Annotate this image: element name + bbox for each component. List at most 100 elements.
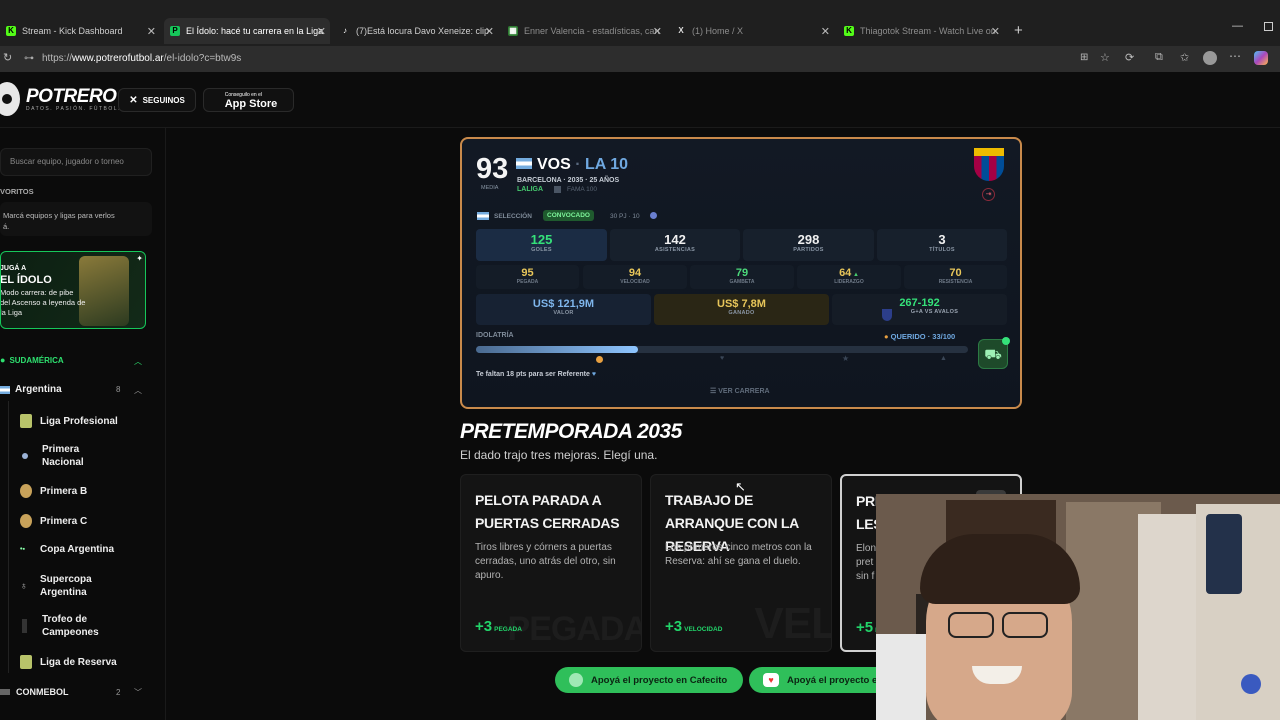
attr-value: 95 [521,267,534,279]
split-screen-icon[interactable]: ⧉ [1155,51,1163,64]
search-input[interactable]: Buscar equipo, jugador o torneo [0,148,152,176]
collections-icon[interactable]: ✩ [1180,51,1189,64]
glasses-left [948,612,994,638]
reload-icon[interactable]: ↻ [3,51,12,64]
sidebar-item-trofeo-campeones[interactable]: Trofeo de Campeones [20,613,112,639]
vs-record-value: 267-192 [899,297,940,309]
league-label: Liga Profesional [40,415,118,427]
region-sudamerica[interactable]: ● SUDAMÉRICA [0,355,64,365]
option-bonus: +3 VELOCIDAD [665,618,722,635]
copilot-icon[interactable] [1254,51,1268,65]
el-idolo-promo[interactable]: JUGÁ A EL ÍDOLO Modo carrera: de pibe de… [0,251,146,329]
fame-icon [554,186,561,193]
minimize-button[interactable]: — [1232,20,1243,32]
stat-market-value: US$ 121,9M VALOR [476,294,651,325]
glasses-right [1002,612,1048,638]
attr-gambeta: 79 GAMBETA [690,265,794,289]
section-subtitle: El dado trajo tres mejoras. Elegí una. [460,448,658,462]
player-card: 93 MEDIA VOS · LA 10 BARCELONA · 2035 · … [460,137,1022,409]
more-options-icon[interactable]: ⋯ [1229,49,1241,63]
league-label: Supercopa Argentina [40,574,92,598]
stat-titles: 3 TÍTULOS [877,229,1007,261]
support-second-button[interactable]: ♥ Apoyá el proyecto en [749,667,889,693]
league-label: Copa Argentina [40,544,115,555]
idolatry-progress-bar [476,346,968,353]
tab-el-idolo[interactable]: P El Ídolo: hacé tu carrera en la Liga ✕ [164,18,330,44]
tab-thiagotok[interactable]: K Thiagotok Stream - Watch Live on ✕ [838,18,1004,44]
attr-label: PEGADA [516,279,539,285]
sidebar-item-supercopa[interactable]: ♁ Supercopa Argentina [20,573,110,599]
tab-kick-dashboard[interactable]: K Stream - Kick Dashboard ✕ [0,18,160,44]
option-desc: Tiros libres y córners a puertas cerrada… [475,542,616,581]
site-info-icon[interactable]: ⊶ [24,50,34,68]
exit-icon[interactable]: ⇥ [982,188,995,201]
club-year-age: BARCELONA · 2035 · 25 AÑOS [517,177,620,184]
extensions-icon[interactable]: ⟳ [1125,51,1134,64]
site-logo[interactable]: POTRERO [26,86,117,108]
view-career-link[interactable]: ☰ VER CARRERA [710,387,770,395]
tab-x-home[interactable]: X (1) Home / X ✕ [670,18,834,44]
player-card-image [79,256,129,326]
stat-value: 142 [664,232,686,247]
tab-title: Enner Valencia - estadísticas, carre [524,26,660,36]
sidebar-item-liga-profesional[interactable]: Liga Profesional [20,414,118,428]
sidebar-item-primera-b[interactable]: Primera B [20,484,87,498]
sidebar-item-liga-reserva[interactable]: Liga de Reserva [20,655,117,669]
tab-tiktok[interactable]: ♪ (7)Está locura Davo Xeneize: clip v ✕ [334,18,498,44]
stat-value: 3 [938,232,946,247]
chevron-down-icon[interactable]: ﹀ [134,687,142,698]
primera-c-icon [20,514,32,528]
league-label: Liga de Reserva [40,656,117,668]
bonus-value: +3 [475,618,493,635]
option-card-velocidad[interactable]: VEL TRABAJO DE ARRANQUE CON LA RESERVA L… [650,474,832,652]
sidebar-item-argentina[interactable]: Argentina [0,384,62,395]
bonus-value: +3 [665,618,683,635]
new-tab-button[interactable]: + [1014,22,1023,39]
favorite-star-icon[interactable]: ☆ [1100,51,1110,64]
bonus-stat: PEGADA [494,626,522,633]
selection-info: 30 PJ · 10 [610,213,640,220]
trend-up-icon: ▲ [851,272,859,278]
attr-resistencia: 70 RESISTENCIA [904,265,1007,289]
option-bg-text: VEL [754,599,832,648]
shirt [876,634,926,720]
close-tab-icon[interactable]: ✕ [821,25,830,38]
attr-label: LIDERAZGO [834,279,864,285]
address-bar[interactable]: ⊶ https://www.potrerofutbol.ar/el-idolo?… [22,50,1092,68]
close-tab-icon[interactable]: ✕ [485,25,494,38]
money-label: GANADO [728,310,755,316]
follow-button[interactable]: ✕ SEGUINOS [118,88,196,112]
selection-label: SELECCIÓN [494,213,532,220]
player-name-text: VOS [537,156,571,173]
chevron-up-icon[interactable]: ︿ [134,385,142,396]
stat-label: TÍTULOS [929,247,955,253]
bonus-stat: VELOCIDAD [684,626,723,633]
site-tagline: DATOS. PASIÓN. FÚTBOL. [26,106,121,112]
maximize-button[interactable] [1264,22,1273,31]
heart-cup-icon: ♥ [763,673,779,687]
app-store-button[interactable]: Conseguilo en el App Store [203,88,294,112]
sidebar-item-primera-nacional[interactable]: Primera Nacional [20,443,112,469]
option-card-pegada[interactable]: PEGADA PELOTA PARADA A PUERTAS CERRADAS … [460,474,642,652]
close-tab-icon[interactable]: ✕ [147,25,156,38]
close-tab-icon[interactable]: ✕ [317,25,326,38]
profile-avatar[interactable] [1203,51,1217,65]
follow-label: SEGUINOS [142,95,185,105]
close-tab-icon[interactable]: ✕ [653,25,662,38]
close-tab-icon[interactable]: ✕ [991,25,1000,38]
tab-enner-valencia[interactable]: ▦ Enner Valencia - estadísticas, carre ✕ [502,18,666,44]
sidebar-item-conmebol[interactable]: CONMEBOL [0,687,69,697]
promo-desc-line: Modo carrera: de pibe [0,288,74,297]
chevron-up-icon[interactable]: ︿ [134,356,142,367]
sidebar-item-primera-c[interactable]: Primera C [20,514,87,528]
liga-profesional-icon [20,414,32,428]
sidebar-item-copa-argentina[interactable]: •▪ Copa Argentina [20,544,114,555]
attr-label: RESISTENCIA [938,279,973,285]
potrero-icon: P [170,26,180,36]
support-cafecito-button[interactable]: Apoyá el proyecto en Cafecito [555,667,743,693]
option-title: PELOTA PARADA A PUERTAS CERRADAS [475,492,620,531]
promo-kicker: JUGÁ A [0,265,27,272]
stat-assists: 142 ASISTENCIAS [610,229,740,261]
x-logo-icon: X [678,26,684,35]
apps-icon[interactable]: ⊞ [1080,52,1088,63]
